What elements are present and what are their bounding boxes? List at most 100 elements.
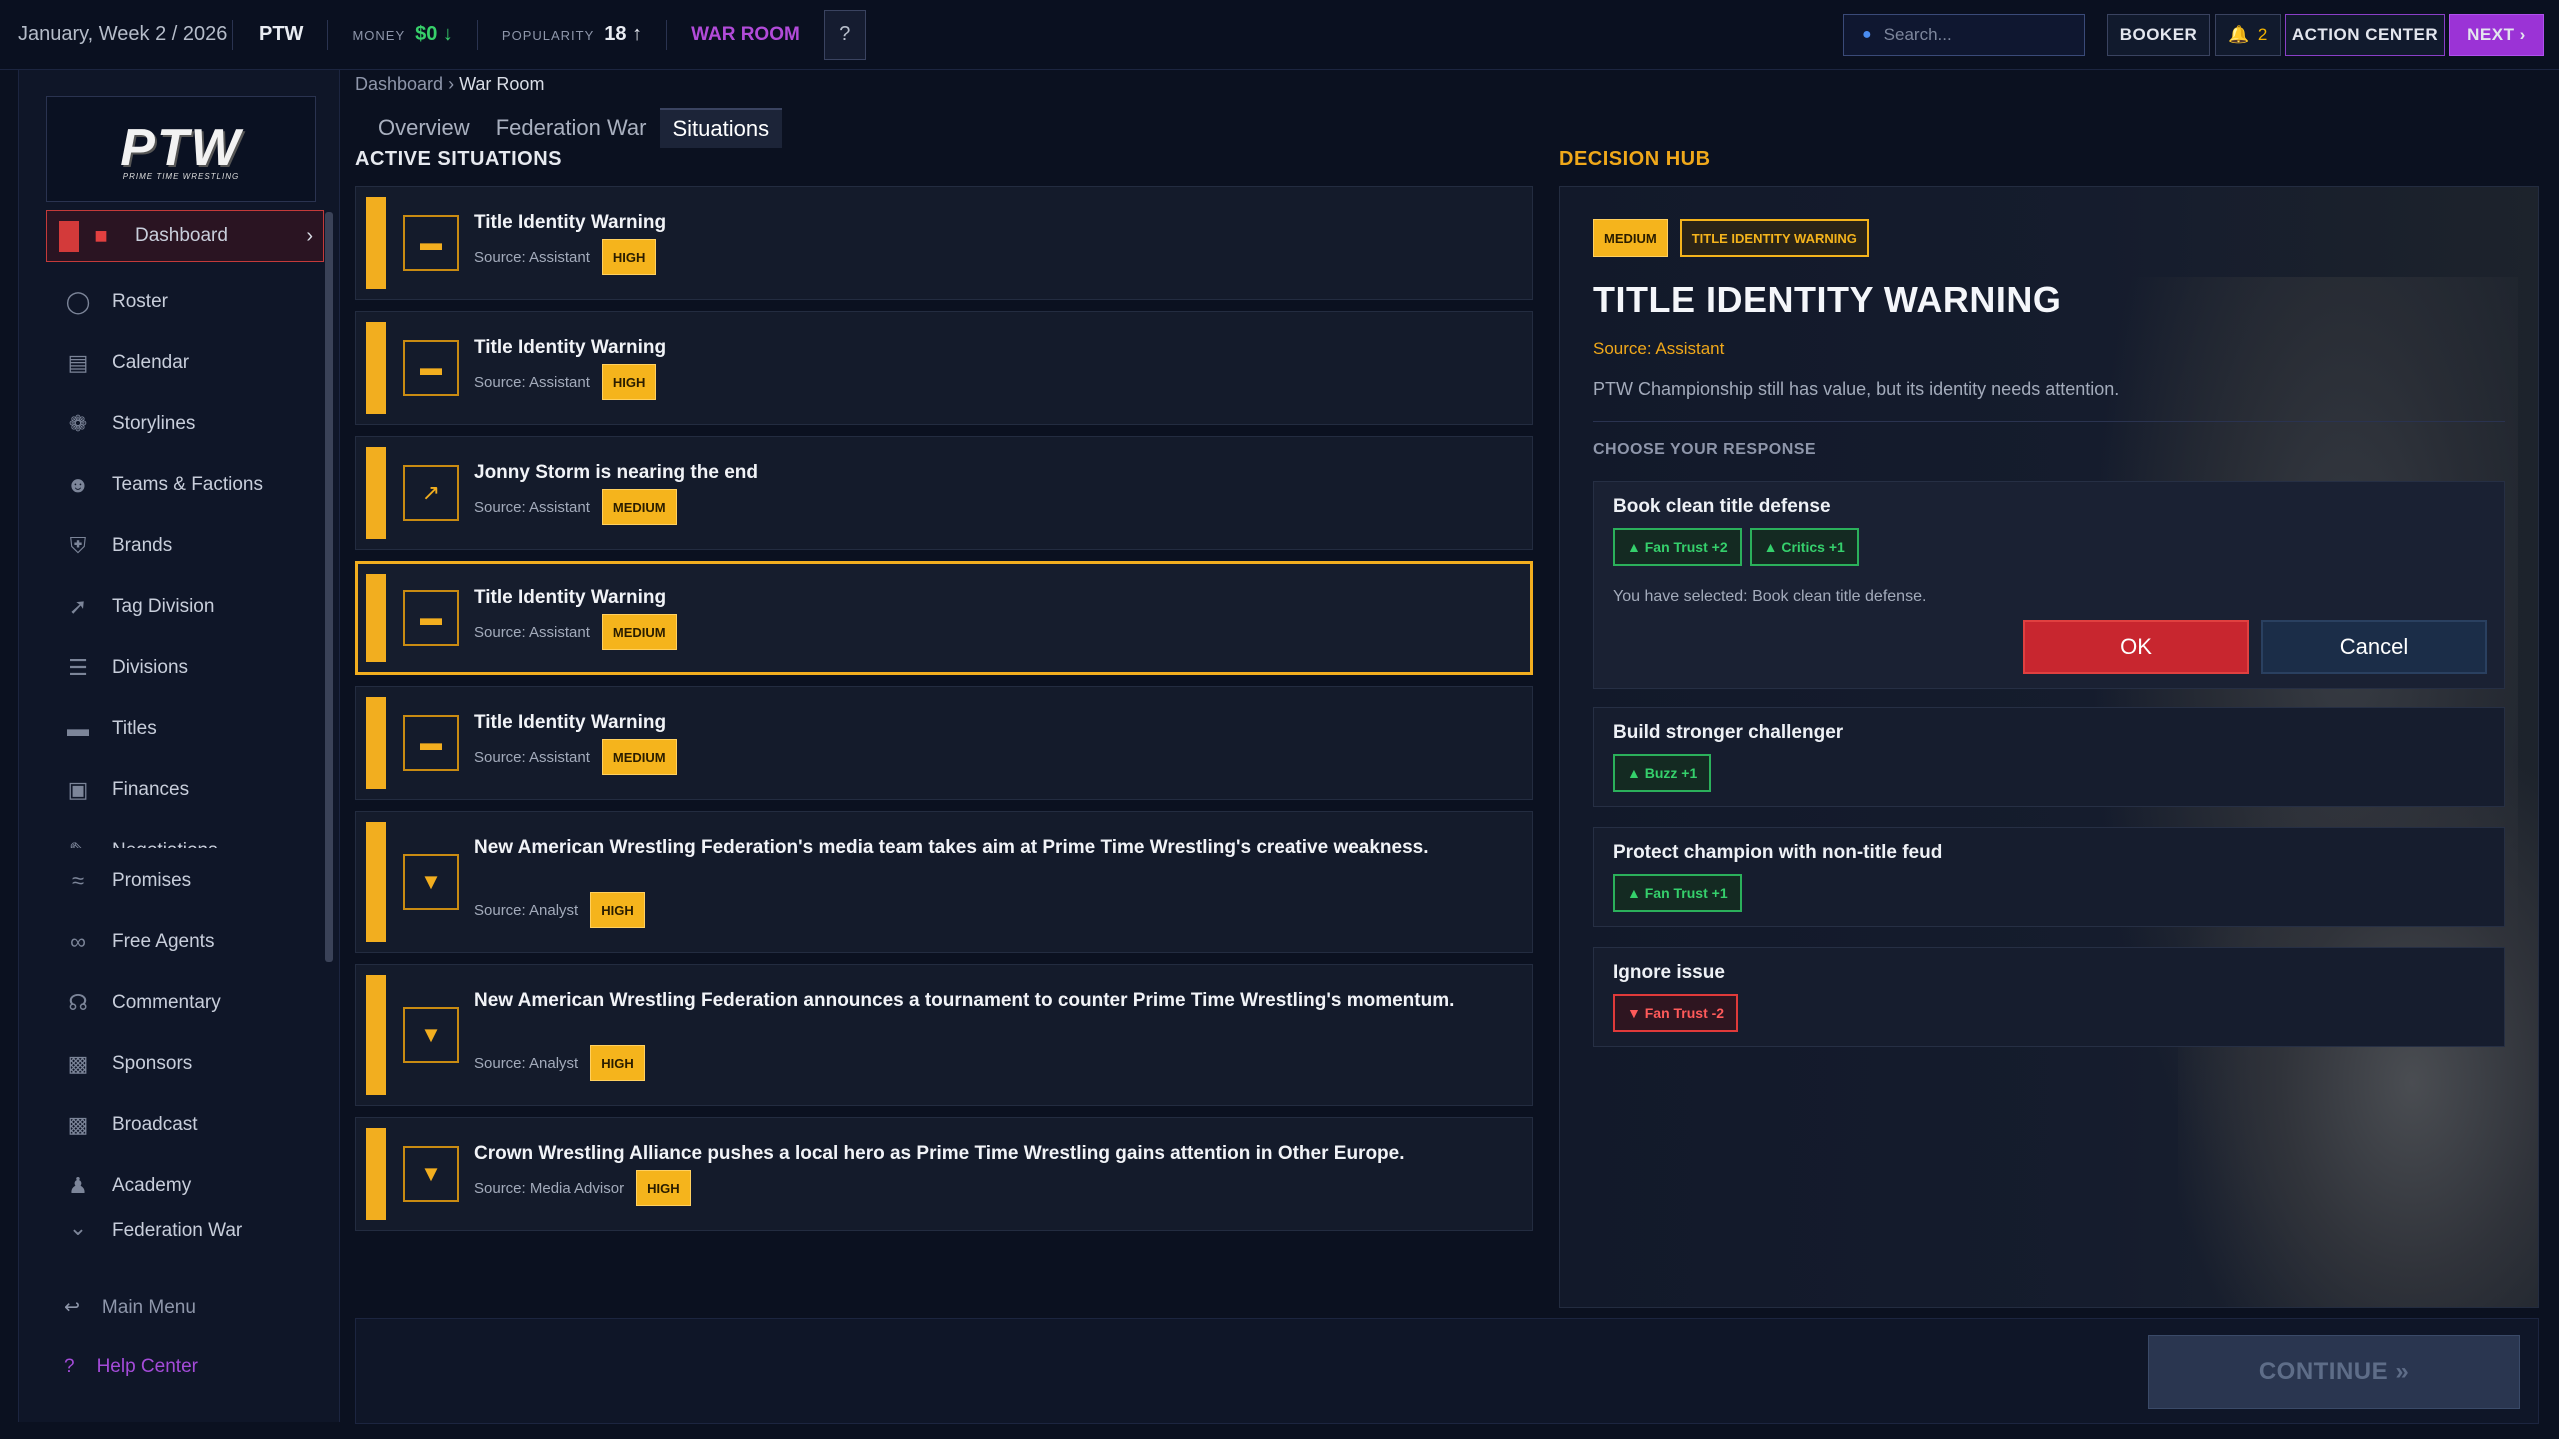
situation-meta: Source: Analyst HIGH [474,1045,645,1081]
popularity-stat: POPULARITY 18 ↑ [478,23,666,46]
tab-overview[interactable]: Overview [365,108,483,148]
handshake-icon: ≈ [71,867,85,893]
free-agent-icon: ∞ [70,928,86,954]
breadcrumb-root[interactable]: Dashboard [355,74,443,94]
sidebar-item-free-agents[interactable]: ∞ Free Agents [46,911,324,972]
action-center-button[interactable]: ACTION CENTER [2285,14,2445,56]
ladder-icon: ☰ [68,654,88,680]
tab-bar: Overview Federation War Situations [365,108,783,148]
sidebar-item-negotiations[interactable]: ✎ Negotiations [46,820,324,849]
main-menu-link[interactable]: ↩ Main Menu [64,1296,324,1319]
priority-bar [366,574,386,662]
priority-bar [366,322,386,414]
situation-source: Source: Analyst [474,1054,579,1072]
sidebar-item-teams-factions[interactable]: ☻ Teams & Factions [46,454,324,515]
situation-card[interactable]: ↗ Jonny Storm is nearing the end Source:… [355,436,1533,550]
situation-title: Jonny Storm is nearing the end [474,462,758,483]
priority-bar [366,1128,386,1220]
ptw-logo[interactable]: PTW PRIME TIME WRESTLING [46,96,316,202]
sidebar-item-broadcast[interactable]: ▩ Broadcast [46,1094,324,1155]
notifications-button[interactable]: 🔔 2 [2215,14,2281,56]
sidebar-item-label: Titles [112,717,157,739]
continue-button[interactable]: CONTINUE » [2148,1335,2520,1409]
help-button[interactable]: ? [823,9,866,60]
roster-icon: ◯ [65,288,91,314]
effect-chip-positive: ▲ Buzz +1 [1613,754,1712,792]
belt-icon: ▬ [403,215,459,271]
situation-meta: Source: Media Advisor HIGH [474,1170,691,1206]
sidebar-item-label: Tag Division [112,595,215,617]
sidebar-item-roster[interactable]: ◯ Roster [46,271,324,332]
tab-federation-war[interactable]: Federation War [483,108,660,148]
belt-icon: ▬ [403,340,459,396]
sidebar-item-finances[interactable]: ▣ Finances [46,759,324,820]
booker-button[interactable]: BOOKER [2107,14,2210,56]
sidebar-item-label: Federation War [112,1220,243,1241]
active-situations-heading: ACTIVE SITUATIONS [355,148,563,170]
help-center-label: Help Center [96,1356,198,1377]
sidebar-item-federation-war[interactable]: ⌄ Federation War [46,1216,324,1242]
sidebar-item-tag-division[interactable]: ➚ Tag Division [46,576,324,637]
situation-card-selected[interactable]: ▬ Title Identity Warning Source: Assista… [355,561,1533,675]
ok-button[interactable]: OK [2023,620,2249,674]
sidebar-item-label: Dashboard [135,225,228,246]
priority-badge: HIGH [590,1045,645,1081]
war-room-link[interactable]: WAR ROOM [667,24,824,46]
priority-bar [366,822,386,942]
top-bar: January, Week 2 / 2026 PTW MONEY $0 ↓ PO… [0,0,2559,70]
headset-icon: ☊ [68,989,88,1015]
sidebar-item-brands[interactable]: ⛨ Brands [46,515,324,576]
sidebar-item-promises[interactable]: ≈ Promises [46,850,324,911]
sidebar-item-label: Calendar [112,351,190,373]
sidebar-item-label: Teams & Factions [112,473,263,495]
response-option[interactable]: Build stronger challenger ▲ Buzz +1 [1593,707,2505,807]
belt-icon: ▬ [67,715,89,741]
sidebar-scrollbar[interactable] [325,212,333,962]
response-option[interactable]: Protect champion with non-title feud ▲ F… [1593,827,2505,927]
footer-bar: CONTINUE » [355,1318,2539,1424]
tab-situations[interactable]: Situations [659,108,783,148]
situation-card[interactable]: ▼ New American Wrestling Federation's me… [355,811,1533,953]
sidebar-item-divisions[interactable]: ☰ Divisions [46,637,324,698]
sidebar-item-sponsors[interactable]: ▩ Sponsors [46,1033,324,1094]
sidebar-item-academy[interactable]: ♟ Academy [46,1155,324,1216]
search-input[interactable]: ● Search... [1843,14,2085,56]
sidebar-item-dashboard[interactable]: ■ Dashboard › [46,210,324,262]
situation-source: Source: Assistant [474,248,590,266]
choose-response-heading: CHOOSE YOUR RESPONSE [1593,441,1817,458]
cancel-button[interactable]: Cancel [2261,620,2487,674]
sidebar-item-storylines[interactable]: ❁ Storylines [46,393,324,454]
priority-bar [366,975,386,1095]
storylines-icon: ❁ [68,410,88,436]
decision-hub-heading: DECISION HUB [1559,148,1711,170]
chevron-down-icon: ⌄ [68,1216,88,1240]
sidebar-item-titles[interactable]: ▬ Titles [46,698,324,759]
sidebar-item-label: Promises [112,869,192,891]
situation-title: Title Identity Warning [474,337,667,358]
hub-source: Source: Assistant [1593,339,1725,358]
situation-card[interactable]: ▬ Title Identity Warning Source: Assista… [355,311,1533,425]
sidebar-item-commentary[interactable]: ☊ Commentary [46,972,324,1033]
federation-icon: ▼ [403,1146,459,1202]
response-option[interactable]: Ignore issue ▼ Fan Trust -2 [1593,947,2505,1047]
calendar-icon: ▤ [67,349,89,375]
priority-badge: MEDIUM [601,614,677,650]
sidebar-nav: ■ Dashboard › ◯ Roster ▤ Calendar ❁ Stor… [46,210,324,848]
question-icon: ? [64,1356,75,1377]
response-option-selected[interactable]: Book clean title defense ▲ Fan Trust +2 … [1593,481,2505,689]
chart-icon: ↗ [403,465,459,521]
breadcrumb-separator: › [448,74,455,94]
situation-card[interactable]: ▼ Crown Wrestling Alliance pushes a loca… [355,1117,1533,1231]
situation-card[interactable]: ▬ Title Identity Warning Source: Assista… [355,686,1533,800]
game-date: January, Week 2 / 2026 [18,23,228,45]
money-stat: MONEY $0 ↓ [328,23,476,46]
situation-card[interactable]: ▬ Title Identity Warning Source: Assista… [355,186,1533,300]
situation-card[interactable]: ▼ New American Wrestling Federation anno… [355,964,1533,1106]
priority-badge: MEDIUM [601,489,677,525]
help-center-link[interactable]: ? Help Center [64,1356,324,1378]
sidebar-item-label: Broadcast [112,1113,198,1135]
sidebar-item-calendar[interactable]: ▤ Calendar [46,332,324,393]
next-button[interactable]: NEXT › [2449,14,2544,56]
sidebar-item-label: Academy [112,1174,192,1196]
sidebar-item-label: Finances [112,778,190,800]
